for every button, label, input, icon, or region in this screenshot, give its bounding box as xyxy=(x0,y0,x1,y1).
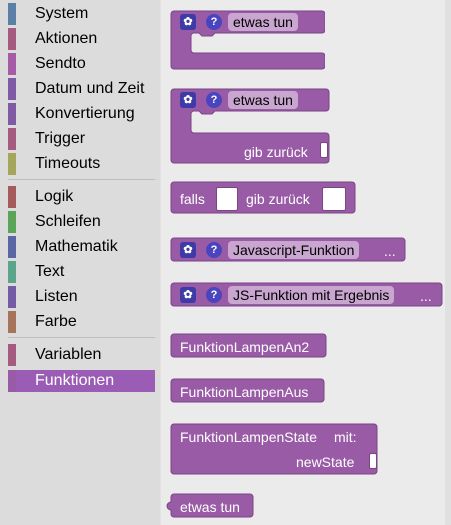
gear-icon[interactable]: ✿ xyxy=(180,92,196,108)
call-function-block[interactable]: FunktionLampenAn2 xyxy=(170,333,327,359)
function-call-label: FunktionLampenAus xyxy=(180,384,309,400)
category-label: Listen xyxy=(35,288,78,305)
call-function-with-param-block[interactable]: FunktionLampenState mit: newState xyxy=(170,423,380,475)
category-label: Mathematik xyxy=(35,238,118,255)
category-color-stripe xyxy=(8,153,16,175)
help-icon[interactable]: ? xyxy=(206,242,222,258)
category-timeouts[interactable]: Timeouts xyxy=(8,153,155,175)
if-label: falls xyxy=(180,191,205,207)
return-input-socket[interactable] xyxy=(322,187,346,211)
category-color-stripe xyxy=(8,236,16,258)
flyout-scrollbar[interactable] xyxy=(445,0,451,525)
category-system[interactable]: System xyxy=(8,3,155,25)
category-label: Logik xyxy=(35,188,74,205)
toolbox-separator xyxy=(8,179,155,180)
gear-icon[interactable]: ✿ xyxy=(180,242,196,258)
help-icon[interactable]: ? xyxy=(206,287,222,303)
param-label: newState xyxy=(296,454,355,470)
category-label: Sendto xyxy=(35,55,86,72)
return-label: gib zurück xyxy=(246,191,310,207)
category-sendto[interactable]: Sendto xyxy=(8,53,155,75)
gear-icon[interactable]: ✿ xyxy=(180,287,196,303)
category-label: System xyxy=(35,5,89,22)
return-input-socket[interactable] xyxy=(320,142,328,158)
category-label: Datum und Zeit xyxy=(35,80,145,97)
gear-icon[interactable]: ✿ xyxy=(180,14,196,30)
category-farbe[interactable]: Farbe xyxy=(8,311,155,333)
category-color-stripe xyxy=(8,28,16,50)
javascript-function-result-block[interactable]: ✿ ? JS-Funktion mit Ergebnis ... xyxy=(170,282,443,308)
function-name-field[interactable]: JS-Funktion mit Ergebnis xyxy=(228,286,395,304)
function-name-field[interactable]: Javascript-Funktion xyxy=(228,241,360,259)
category-label: Timeouts xyxy=(35,155,101,172)
category-logik[interactable]: Logik xyxy=(8,186,155,208)
category-label: Konvertierung xyxy=(35,105,135,122)
call-function-block[interactable]: etwas tun xyxy=(164,493,254,519)
category-label: Schleifen xyxy=(35,213,101,230)
more-ellipsis[interactable]: ... xyxy=(384,243,396,259)
category-color-stripe xyxy=(8,261,16,283)
more-ellipsis[interactable]: ... xyxy=(420,288,432,304)
category-text[interactable]: Text xyxy=(8,261,155,283)
category-color-stripe xyxy=(8,103,16,125)
category-label: Farbe xyxy=(35,313,77,330)
procedure-return-block[interactable]: ✿ ? etwas tun gib zurück xyxy=(170,88,332,164)
param-input-socket[interactable] xyxy=(369,453,377,469)
function-call-label: FunktionLampenState xyxy=(180,429,317,445)
category-label: Funktionen xyxy=(35,372,115,389)
toolbox-separator xyxy=(8,337,155,338)
category-color-stripe xyxy=(8,128,16,150)
category-konvertierung[interactable]: Konvertierung xyxy=(8,103,155,125)
with-label: mit: xyxy=(334,429,357,445)
category-schleifen[interactable]: Schleifen xyxy=(8,211,155,233)
category-color-stripe xyxy=(8,286,16,308)
category-label: Text xyxy=(35,263,65,280)
category-listen[interactable]: Listen xyxy=(8,286,155,308)
category-variablen[interactable]: Variablen xyxy=(8,344,155,366)
category-mathematik[interactable]: Mathematik xyxy=(8,236,155,258)
category-color-stripe xyxy=(8,211,16,233)
category-color-stripe xyxy=(8,370,16,392)
category-trigger[interactable]: Trigger xyxy=(8,128,155,150)
function-call-label: FunktionLampenAn2 xyxy=(180,339,310,355)
category-datum-und-zeit[interactable]: Datum und Zeit xyxy=(8,78,155,100)
category-color-stripe xyxy=(8,344,16,366)
if-return-block[interactable]: falls gib zurück xyxy=(170,181,356,215)
procedure-name-field[interactable]: etwas tun xyxy=(228,13,298,31)
javascript-function-block[interactable]: ✿ ? Javascript-Funktion ... xyxy=(170,237,406,263)
toolbox: System Aktionen Sendto Datum und Zeit Ko… xyxy=(0,0,160,525)
category-color-stripe xyxy=(8,3,16,25)
condition-input-socket[interactable] xyxy=(216,187,238,211)
category-color-stripe xyxy=(8,311,16,333)
help-icon[interactable]: ? xyxy=(206,14,222,30)
category-color-stripe xyxy=(8,78,16,100)
category-aktionen[interactable]: Aktionen xyxy=(8,28,155,50)
category-label: Aktionen xyxy=(35,30,98,47)
call-function-block[interactable]: FunktionLampenAus xyxy=(170,378,325,404)
category-color-stripe xyxy=(8,186,16,208)
category-label: Variablen xyxy=(35,346,102,363)
category-funktionen[interactable]: Funktionen xyxy=(8,370,155,392)
procedure-name-field[interactable]: etwas tun xyxy=(228,91,298,109)
function-call-label: etwas tun xyxy=(180,499,240,515)
help-icon[interactable]: ? xyxy=(206,92,222,108)
procedure-no-return-block[interactable]: ✿ ? etwas tun xyxy=(170,10,325,72)
category-color-stripe xyxy=(8,53,16,75)
return-label: gib zurück xyxy=(244,144,308,160)
category-label: Trigger xyxy=(35,130,86,147)
